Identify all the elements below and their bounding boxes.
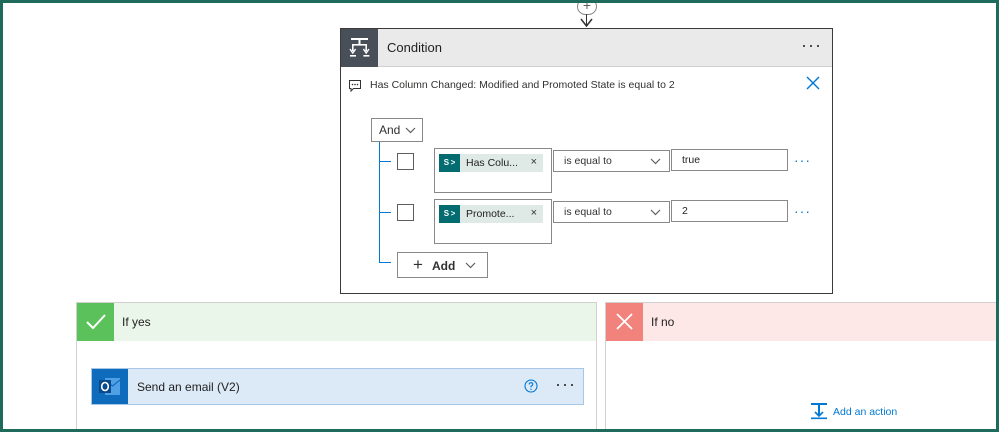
condition-header[interactable]: Condition ··· — [341, 29, 832, 67]
if-no-header[interactable]: If no — [606, 303, 999, 341]
if-yes-branch: If yes Send an email (V2) ··· — [76, 302, 597, 432]
condition-icon — [341, 29, 378, 67]
token-label: Has Colu... — [466, 157, 518, 169]
row-more-button[interactable]: ··· — [794, 203, 811, 219]
dynamic-content-token[interactable]: S > Promote... × — [439, 205, 543, 223]
right-operand-input[interactable]: true — [671, 149, 788, 171]
if-no-branch: If no Add an action — [605, 302, 999, 432]
row-more-button[interactable]: ··· — [794, 152, 811, 168]
operator-label: is equal to — [564, 206, 612, 218]
chevron-down-icon — [465, 262, 476, 269]
chevron-down-icon — [405, 127, 416, 134]
chevron-down-icon — [650, 209, 661, 216]
condition-tree-branch — [379, 161, 391, 162]
if-yes-title: If yes — [122, 315, 151, 329]
operator-dropdown[interactable]: is equal to — [553, 201, 670, 223]
send-email-title: Send an email (V2) — [137, 380, 240, 394]
send-email-more-button[interactable]: ··· — [555, 375, 576, 393]
cross-icon — [606, 303, 643, 341]
if-no-title: If no — [651, 315, 675, 329]
add-action-icon — [811, 403, 827, 420]
comment-icon — [349, 80, 361, 93]
close-icon[interactable] — [806, 76, 820, 90]
help-icon[interactable] — [524, 379, 538, 393]
remove-token-icon[interactable]: × — [531, 207, 537, 219]
condition-tree-branch — [379, 212, 391, 213]
outlook-icon — [92, 369, 128, 404]
token-label: Promote... — [466, 208, 515, 220]
send-email-action-card[interactable]: Send an email (V2) ··· — [91, 368, 584, 405]
chevron-down-icon — [650, 158, 661, 165]
remove-token-icon[interactable]: × — [531, 156, 537, 168]
group-operator-label: And — [379, 123, 401, 137]
check-icon — [77, 303, 114, 341]
insert-step-button[interactable]: + — [577, 0, 597, 15]
operator-dropdown[interactable]: is equal to — [553, 150, 670, 172]
add-row-button[interactable]: + Add — [397, 252, 488, 278]
right-operand-input[interactable]: 2 — [671, 200, 788, 222]
plus-icon: + — [413, 255, 423, 274]
condition-description[interactable]: Has Column Changed: Modified and Promote… — [370, 79, 675, 91]
sharepoint-icon: S > — [439, 154, 460, 172]
add-row-label: Add — [432, 259, 456, 273]
group-operator-dropdown[interactable]: And — [371, 118, 423, 142]
connector-arrow-icon — [580, 18, 593, 28]
if-yes-header[interactable]: If yes — [77, 303, 596, 341]
add-action-label: Add an action — [833, 406, 898, 418]
row-select-checkbox[interactable] — [397, 204, 414, 221]
sharepoint-icon: S > — [439, 205, 460, 223]
condition-card: Condition ··· Has Column Changed: Modifi… — [340, 28, 833, 294]
left-operand-field[interactable]: S > Has Colu... × — [434, 148, 552, 193]
operator-label: is equal to — [564, 155, 612, 167]
row-select-checkbox[interactable] — [397, 153, 414, 170]
left-operand-field[interactable]: S > Promote... × — [434, 199, 552, 244]
condition-title: Condition — [387, 40, 442, 55]
condition-more-button[interactable]: ··· — [801, 36, 822, 54]
condition-tree-branch — [379, 262, 391, 263]
dynamic-content-token[interactable]: S > Has Colu... × — [439, 154, 543, 172]
